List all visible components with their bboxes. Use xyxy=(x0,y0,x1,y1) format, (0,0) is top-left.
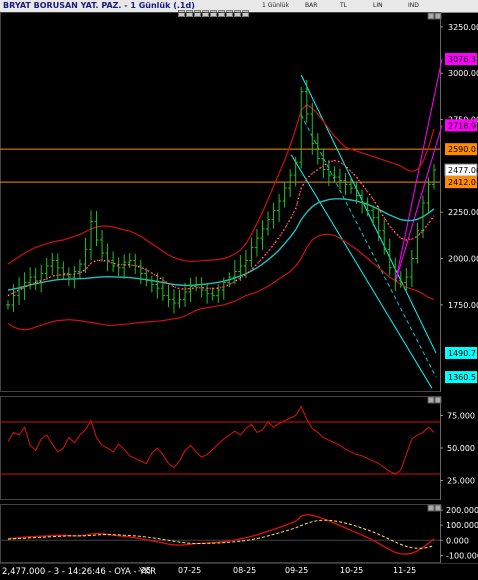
linear-scale-button[interactable]: LIN xyxy=(373,0,383,12)
trend-channel-mid xyxy=(300,114,437,378)
panel-frame-rsi xyxy=(0,396,441,500)
price-tag-label: 2412.0 xyxy=(448,178,476,187)
rsi-tick-label: 25.000 xyxy=(447,477,475,486)
y-tick-label: 2250.00 xyxy=(448,208,478,217)
toolbar-icons[interactable] xyxy=(178,2,258,17)
macd-tick-label: -100.000 xyxy=(446,551,478,560)
x-axis-label: 10-25 xyxy=(340,566,364,575)
indicator-button[interactable]: IND xyxy=(408,0,419,12)
rsi-tick-label: 50.000 xyxy=(447,444,475,453)
panel-control-icon xyxy=(427,504,435,512)
price-tag-label: 2718.9 xyxy=(448,121,476,130)
rsi-tick-label: 75.000 xyxy=(447,412,475,421)
chart-canvas[interactable]: 3250.003000.002750.002250.002000.001750.… xyxy=(0,12,478,563)
macd-tick-label: 0.000 xyxy=(446,536,469,545)
panel-frame-macd xyxy=(0,504,441,563)
x-axis-label: -25 xyxy=(138,566,152,575)
y-tick-label: 2000.00 xyxy=(448,255,478,264)
tl-button[interactable]: TL xyxy=(340,0,347,12)
x-axis-label: 07-25 xyxy=(178,566,202,575)
macd-line xyxy=(7,513,435,555)
bar-type-button[interactable]: BAR xyxy=(305,0,317,12)
panel-control-icon xyxy=(434,12,442,20)
chart-title: BRYAT BORUSAN YAT. PAZ. - 1 Günlük (.1d) xyxy=(3,1,195,10)
price-tag-label: 1360.5 xyxy=(448,373,476,382)
moving-average-dots xyxy=(7,159,435,296)
y-tick-label: 3000.00 xyxy=(448,69,478,78)
bollinger-upper xyxy=(7,103,435,265)
x-axis-label: 09-25 xyxy=(285,566,309,575)
panel-control-icon xyxy=(434,396,442,404)
price-tag-label: 2477.00 xyxy=(448,166,478,175)
panel-control-icon xyxy=(427,396,435,404)
panel-frame-price xyxy=(0,12,441,392)
magenta-trend-upper xyxy=(394,58,443,283)
moving-average-dotted xyxy=(7,159,435,297)
y-tick-label: 1750.00 xyxy=(448,301,478,310)
status-readout: 2,477.000 - 3 - 14:26:46 - OYA - YKR xyxy=(2,567,156,577)
price-tag-label: 3076.3 xyxy=(448,55,476,64)
x-axis-label: 11-25 xyxy=(393,566,417,575)
timeframe-button[interactable]: 1 Günlük xyxy=(262,0,289,12)
x-axis-label: 08-25 xyxy=(233,566,257,575)
price-tag-label: 2590.0 xyxy=(448,145,476,154)
price-tag-label: 1490.7 xyxy=(448,349,476,358)
moving-average-line xyxy=(7,198,435,291)
macd-tick-label: 200.000 xyxy=(446,506,478,515)
rsi-line xyxy=(7,405,435,475)
macd-signal-line xyxy=(7,519,435,549)
macd-tick-label: 100.000 xyxy=(446,521,478,530)
panel-control-icon xyxy=(427,12,435,20)
y-tick-label: 3250.00 xyxy=(448,23,478,32)
